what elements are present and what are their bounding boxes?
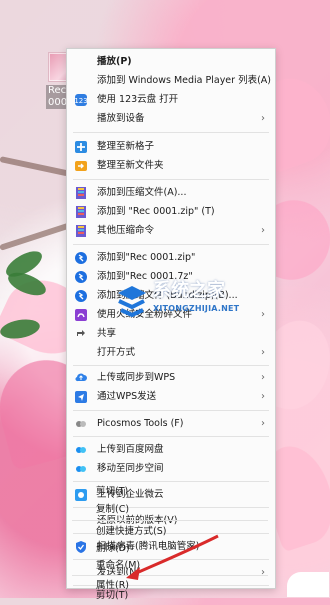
white-corner-shape: [287, 572, 329, 597]
branch: [0, 156, 70, 177]
none-icon: [72, 484, 88, 500]
none-icon: [72, 558, 88, 574]
none-icon: [72, 578, 88, 594]
menu-item-cut-visible[interactable]: 剪切(T): [66, 482, 274, 501]
none-icon: [72, 502, 88, 518]
watermark-main-text: 系统之家: [153, 280, 225, 301]
watermark-sub-text: XITONGZHIJIA.NET: [153, 304, 240, 313]
watermark-logo-icon: [118, 286, 146, 317]
none-icon: [72, 541, 88, 557]
none-icon: [72, 524, 88, 540]
separator: [72, 520, 268, 521]
menu-item-copy[interactable]: 复制(C): [66, 500, 274, 519]
watermark: 系统之家 XITONGZHIJIA.NET: [113, 276, 243, 328]
red-arrow-annotation: [126, 534, 219, 580]
